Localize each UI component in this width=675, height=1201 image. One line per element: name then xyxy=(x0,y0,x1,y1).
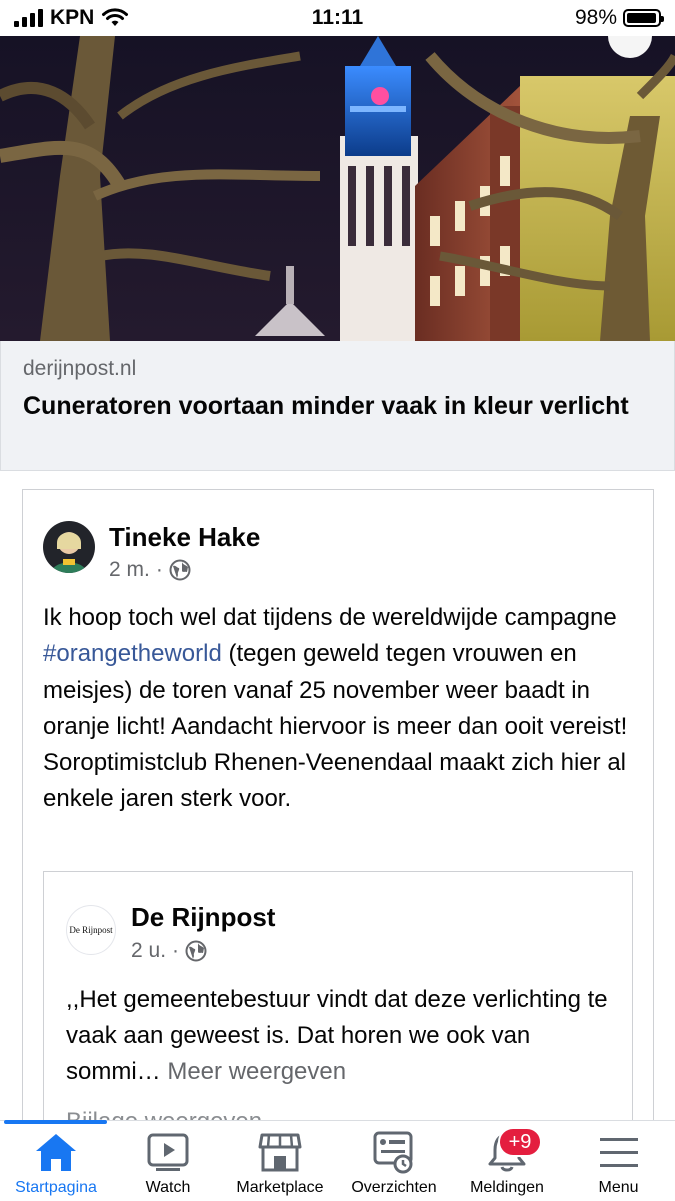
link-domain: derijnpost.nl xyxy=(23,357,137,380)
bottom-tab-bar: Startpagina Watch Marketplace Overzichte… xyxy=(0,1120,675,1201)
tab-label: Startpagina xyxy=(15,1179,97,1196)
post-meta: 2 m. · xyxy=(109,558,191,582)
tab-label: Marketplace xyxy=(236,1179,324,1196)
shared-post-avatar[interactable]: De Rijnpost xyxy=(66,905,116,955)
store-icon xyxy=(258,1133,302,1172)
post-text: Ik hoop toch wel dat tijdens de wereldwi… xyxy=(43,600,633,818)
clock: 11:11 xyxy=(311,6,364,29)
battery-percentage: 98% xyxy=(574,6,617,29)
globe-icon xyxy=(169,559,191,581)
home-icon xyxy=(36,1134,76,1171)
post-author[interactable]: Tineke Hake xyxy=(109,522,260,553)
meta-separator: · xyxy=(155,558,163,581)
menu-icon xyxy=(599,1138,638,1167)
status-right: 98% xyxy=(574,6,664,30)
tab-marketplace[interactable]: Marketplace xyxy=(224,1121,336,1201)
church-tower-night-photo xyxy=(0,36,675,341)
avatar-logo-text: De Rijnpost xyxy=(69,925,113,935)
shared-post-time[interactable]: 2 u. xyxy=(131,939,166,963)
see-more-link[interactable]: Meer weergeven xyxy=(167,1058,346,1085)
link-title[interactable]: Cuneratoren voortaan minder vaak in kleu… xyxy=(23,389,643,424)
tab-feeds[interactable]: Overzichten xyxy=(336,1121,452,1201)
status-bar: KPN 11:11 98% xyxy=(0,0,675,36)
tab-label: Overzichten xyxy=(351,1179,437,1196)
feeds-icon xyxy=(373,1131,413,1174)
link-preview-image[interactable] xyxy=(0,36,675,341)
shared-post-text: ,,Het gemeentebestuur vindt dat deze ver… xyxy=(66,982,626,1090)
notification-badge: +9 xyxy=(498,1127,542,1157)
battery-icon xyxy=(623,9,664,27)
comment-post-card: Tineke Hake 2 m. · Ik hoop toch wel dat … xyxy=(22,489,654,1142)
tab-watch[interactable]: Watch xyxy=(112,1121,224,1201)
video-icon xyxy=(147,1133,189,1171)
shared-post-meta: 2 u. · xyxy=(131,939,207,963)
tab-label: Meldingen xyxy=(470,1179,544,1196)
meta-separator: · xyxy=(172,939,180,962)
tab-menu[interactable]: Menu xyxy=(562,1121,675,1201)
tab-home[interactable]: Startpagina xyxy=(0,1121,112,1201)
hashtag-link[interactable]: #orangetheworld xyxy=(43,640,222,667)
tab-label: Menu xyxy=(598,1179,639,1196)
shared-post[interactable]: De Rijnpost De Rijnpost 2 u. · ,,Het gem… xyxy=(43,871,633,1142)
post-time[interactable]: 2 m. xyxy=(109,558,150,582)
shared-post-author[interactable]: De Rijnpost xyxy=(131,902,275,933)
link-preview-caption[interactable]: derijnpost.nl Cuneratoren voortaan minde… xyxy=(0,341,675,471)
tab-notifications[interactable]: +9 Meldingen xyxy=(452,1121,562,1201)
globe-icon xyxy=(185,940,207,962)
avatar[interactable] xyxy=(43,521,95,573)
profile-photo xyxy=(43,521,95,573)
post-text-start: Ik hoop toch wel dat tijdens de wereldwi… xyxy=(43,604,617,631)
tab-label: Watch xyxy=(145,1179,191,1196)
